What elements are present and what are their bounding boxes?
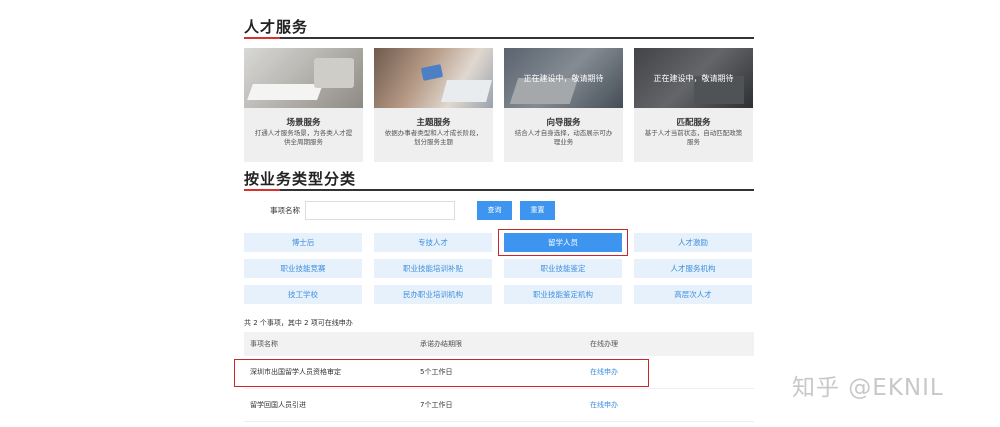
business-section-title: 按业务类型分类 — [244, 170, 357, 188]
service-cards: 场景服务 打通人才服务场景，为各类人才提供全周期服务 主题服务 依据办事者类型和… — [244, 48, 754, 162]
title-divider — [244, 189, 754, 191]
highlight-box-category — [498, 229, 628, 256]
category-skills-appraisal[interactable]: 职业技能鉴定 — [504, 259, 622, 278]
category-talent-service-agency[interactable]: 人才服务机构 — [634, 259, 752, 278]
category-skills-competition[interactable]: 职业技能竞赛 — [244, 259, 362, 278]
service-card-topic[interactable]: 主题服务 依据办事者类型和人才成长阶段，划分服务主题 — [374, 48, 493, 162]
service-card-guide[interactable]: 正在建设中，敬请期待 向导服务 结合人才自身选择，动态展示可办理业务 — [504, 48, 623, 162]
card-title: 匹配服务 — [676, 118, 711, 128]
reset-button[interactable]: 重置 — [520, 201, 555, 220]
category-skills-appraisal-agency[interactable]: 职业技能鉴定机构 — [504, 285, 622, 304]
card-title: 主题服务 — [416, 118, 451, 128]
category-technical-school[interactable]: 技工学校 — [244, 285, 362, 304]
card-desc: 依据办事者类型和人才成长阶段，划分服务主题 — [384, 129, 483, 146]
column-header-name: 事项名称 — [250, 340, 278, 348]
item-name[interactable]: 留学回国人员引进 — [250, 389, 306, 422]
service-card-match[interactable]: 正在建设中，敬请期待 匹配服务 基于人才当前状态，自动匹配政策服务 — [634, 48, 753, 162]
table-header: 事项名称 承诺办结期限 在线办理 — [244, 332, 754, 356]
highlight-box-row — [234, 359, 649, 387]
card-desc: 结合人才自身选择，动态展示可办理业务 — [514, 129, 613, 146]
query-button[interactable]: 查询 — [477, 201, 512, 220]
zhihu-watermark: 知乎 @EKNIL — [792, 375, 944, 401]
title-accent-bar — [244, 37, 280, 39]
title-divider — [244, 37, 754, 39]
title-accent-bar — [244, 189, 280, 191]
search-label: 事项名称 — [270, 206, 300, 215]
column-header-deadline: 承诺办结期限 — [420, 340, 462, 348]
under-construction-text: 正在建设中，敬请期待 — [523, 74, 604, 83]
item-deadline: 7个工作日 — [420, 401, 453, 409]
category-skills-training-subsidy[interactable]: 职业技能培训补贴 — [374, 259, 492, 278]
card-desc: 基于人才当前状态，自动匹配政策服务 — [644, 129, 743, 146]
result-summary: 共 2 个事项，其中 2 项可在线申办 — [244, 319, 353, 327]
under-construction-text: 正在建设中，敬请期待 — [653, 74, 734, 83]
scene-service-image — [244, 48, 363, 108]
category-talent-incentive[interactable]: 人才激励 — [634, 233, 752, 252]
category-professional-talent[interactable]: 专技人才 — [374, 233, 492, 252]
match-service-image: 正在建设中，敬请期待 — [634, 48, 753, 108]
category-postdoc[interactable]: 博士后 — [244, 233, 362, 252]
card-title: 场景服务 — [286, 118, 321, 128]
service-card-scene[interactable]: 场景服务 打通人才服务场景，为各类人才提供全周期服务 — [244, 48, 363, 162]
talent-section-title: 人才服务 — [244, 18, 309, 36]
column-header-online: 在线办理 — [590, 340, 618, 348]
search-input[interactable] — [305, 201, 455, 220]
category-high-level-talent[interactable]: 高层次人才 — [634, 285, 752, 304]
card-title: 向导服务 — [546, 118, 581, 128]
card-desc: 打通人才服务场景，为各类人才提供全周期服务 — [254, 129, 353, 146]
topic-service-image — [374, 48, 493, 108]
category-private-training-agency[interactable]: 民办职业培训机构 — [374, 285, 492, 304]
table-row: 留学回国人员引进 7个工作日 在线申办 — [244, 389, 754, 422]
guide-service-image: 正在建设中，敬请期待 — [504, 48, 623, 108]
apply-online-link[interactable]: 在线申办 — [590, 389, 618, 422]
